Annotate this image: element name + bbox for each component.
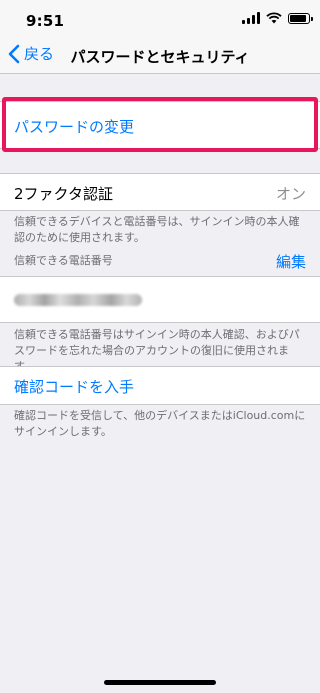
blurred-phone-number [14,294,142,306]
phone-number-cell[interactable] [0,277,320,322]
page-title: パスワードとセキュリティ [70,48,250,66]
verification-code-footer: 確認コードを受信して、他のデバイスまたはiCloud.comにサインインします。 [14,409,306,438]
two-factor-label: 2ファクタ認証 [14,185,113,203]
divider [0,210,320,211]
wifi-icon [266,12,282,24]
status-time: 9:51 [26,12,65,30]
divider [0,322,320,323]
battery-icon [288,12,313,24]
two-factor-status: オン [275,185,306,203]
two-factor-footer: 信頼できるデバイスと電話番号は、サインイン時の本人確認のために使用されます。 [14,215,300,244]
home-indicator[interactable] [104,680,216,685]
status-bar: 9:51 [0,0,320,40]
verification-code-label: 確認コードを入手 [14,378,135,396]
navigation-bar: 戻る パスワードとセキュリティ [0,40,320,74]
verification-code-cell[interactable]: 確認コードを入手 [0,367,320,404]
highlight-frame [2,97,318,152]
edit-button[interactable]: 編集 [276,251,306,272]
divider [0,404,320,405]
status-icons [242,12,313,24]
two-factor-cell[interactable]: 2ファクタ認証 オン [0,174,320,210]
signal-icon [242,12,260,24]
trusted-numbers-header: 信頼できる電話番号 [14,254,113,267]
